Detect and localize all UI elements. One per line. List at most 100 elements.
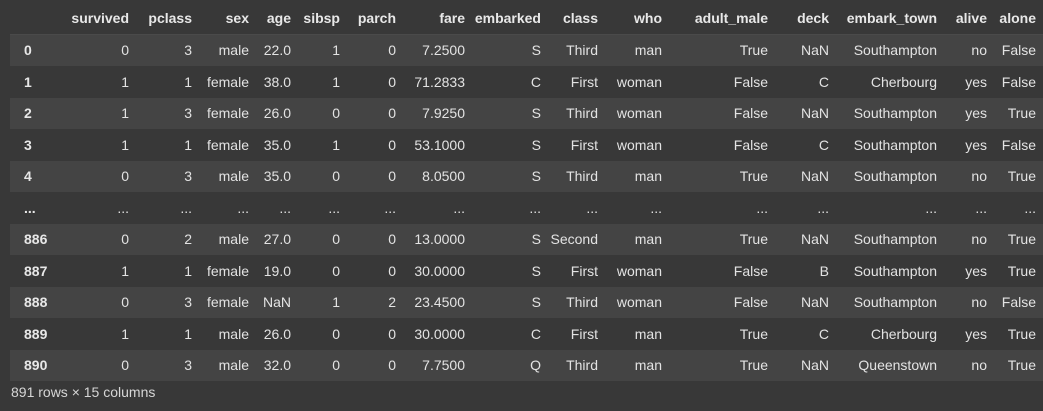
cell-sibsp: 1 — [332, 136, 340, 153]
cell-age: 27.0 — [263, 231, 291, 248]
cell-parch: 0 — [388, 105, 396, 122]
row-index: 887 — [24, 262, 48, 279]
table-row: 888 0 3 female NaN 1 2 23.4500 S Third woman False N… — [10, 286, 1043, 318]
cell-alone: True — [1007, 168, 1036, 185]
row-index: ... — [24, 199, 36, 216]
cell-deck: NaN — [800, 105, 829, 122]
cell-fare: ... — [453, 199, 465, 216]
row-index: 4 — [24, 168, 32, 185]
cell-class: First — [570, 325, 598, 342]
row-index: 890 — [24, 357, 48, 374]
column-header-who: who — [605, 2, 669, 35]
cell-pclass: 3 — [184, 357, 192, 374]
cell-sibsp: ... — [328, 199, 340, 216]
row-index: 886 — [24, 231, 48, 248]
column-header-embark-town: embark_town — [836, 2, 944, 35]
cell-alive: ... — [975, 199, 987, 216]
cell-pclass: 1 — [184, 325, 192, 342]
table-row: 890 0 3 male 32.0 0 0 7.7500 Q Third man True NaN Que… — [10, 349, 1043, 381]
cell-survived: 1 — [121, 73, 129, 90]
cell-class: First — [570, 136, 598, 153]
cell-survived: 1 — [121, 136, 129, 153]
cell-deck: C — [818, 325, 829, 342]
table-row: 889 1 1 male 26.0 0 0 30.0000 C First man True C Cher… — [10, 318, 1043, 350]
cell-adult-male: True — [739, 357, 768, 374]
column-header-pclass: pclass — [136, 2, 199, 35]
table-row: 887 1 1 female 19.0 0 0 30.0000 S First woman False… — [10, 255, 1043, 287]
cell-who: woman — [616, 105, 662, 122]
cell-embarked: S — [531, 105, 541, 122]
cell-survived: 0 — [121, 168, 129, 185]
cell-alone: ... — [1024, 199, 1036, 216]
column-header-deck: deck — [775, 2, 836, 35]
cell-survived: 1 — [121, 262, 129, 279]
cell-survived: 0 — [121, 294, 129, 311]
cell-deck: NaN — [800, 357, 829, 374]
index-header — [10, 2, 52, 35]
cell-adult-male: False — [733, 73, 768, 90]
cell-alone: True — [1007, 231, 1036, 248]
cell-age: ... — [279, 199, 291, 216]
cell-alive: yes — [965, 105, 987, 122]
cell-embark-town: Southampton — [853, 168, 937, 185]
cell-deck: NaN — [800, 231, 829, 248]
cell-age: 35.0 — [263, 168, 291, 185]
column-header-adult-male: adult_male — [669, 2, 775, 35]
cell-survived: 0 — [121, 42, 129, 59]
cell-adult-male: False — [733, 105, 768, 122]
cell-sex: female — [206, 294, 249, 311]
row-index: 3 — [24, 136, 32, 153]
dataframe-table: survived pclass sex age sibsp parch fare embark… — [10, 2, 1043, 381]
cell-adult-male: True — [739, 42, 768, 59]
cell-alive: no — [971, 231, 987, 248]
cell-pclass: 3 — [184, 105, 192, 122]
cell-pclass: 3 — [184, 168, 192, 185]
cell-fare: 13.0000 — [414, 231, 465, 248]
cell-age: NaN — [262, 294, 291, 311]
cell-sibsp: 1 — [332, 294, 340, 311]
table-row: 1 1 1 female 38.0 1 0 71.2833 C First woman False C C… — [10, 66, 1043, 98]
cell-parch: 0 — [388, 168, 396, 185]
cell-age: 32.0 — [263, 357, 291, 374]
cell-alive: no — [971, 168, 987, 185]
cell-fare: 7.9250 — [422, 105, 465, 122]
cell-fare: 7.2500 — [422, 42, 465, 59]
cell-survived: 0 — [121, 357, 129, 374]
cell-embarked: S — [531, 231, 541, 248]
column-header-alive: alive — [944, 2, 994, 35]
cell-class: First — [570, 73, 598, 90]
cell-sex: female — [206, 262, 249, 279]
cell-who: man — [634, 357, 662, 374]
cell-who: man — [634, 168, 662, 185]
cell-alone: True — [1007, 105, 1036, 122]
cell-age: 26.0 — [263, 105, 291, 122]
cell-parch: 2 — [388, 294, 396, 311]
cell-parch: 0 — [388, 262, 396, 279]
cell-embarked: S — [531, 42, 541, 59]
cell-parch: 0 — [388, 42, 396, 59]
cell-embark-town: Southampton — [853, 136, 937, 153]
cell-sex: male — [218, 231, 249, 248]
cell-pclass: 3 — [184, 42, 192, 59]
cell-parch: ... — [384, 199, 396, 216]
cell-alone: False — [1001, 294, 1036, 311]
table-row: ........................................… — [10, 192, 1043, 224]
cell-embarked: S — [531, 168, 541, 185]
cell-parch: 0 — [388, 231, 396, 248]
cell-pclass: 1 — [184, 73, 192, 90]
table-row: 0 0 3 male 22.0 1 0 7.2500 S Third man True NaN South… — [10, 34, 1043, 66]
cell-embarked: S — [531, 294, 541, 311]
cell-pclass: 1 — [184, 262, 192, 279]
cell-sex: female — [206, 105, 249, 122]
cell-embark-town: Cherbourg — [870, 325, 937, 342]
cell-alone: False — [1001, 73, 1036, 90]
row-index: 2 — [24, 105, 32, 122]
dataframe-output: survived pclass sex age sibsp parch fare embark… — [0, 0, 1043, 411]
cell-embarked: C — [530, 73, 541, 90]
column-header-survived: survived — [52, 2, 136, 35]
cell-age: 19.0 — [263, 262, 291, 279]
table-row: 4 0 3 male 35.0 0 0 8.0500 S Third man True NaN South… — [10, 160, 1043, 192]
cell-alone: False — [1001, 136, 1036, 153]
cell-sex: female — [206, 136, 249, 153]
cell-fare: 8.0500 — [422, 168, 465, 185]
